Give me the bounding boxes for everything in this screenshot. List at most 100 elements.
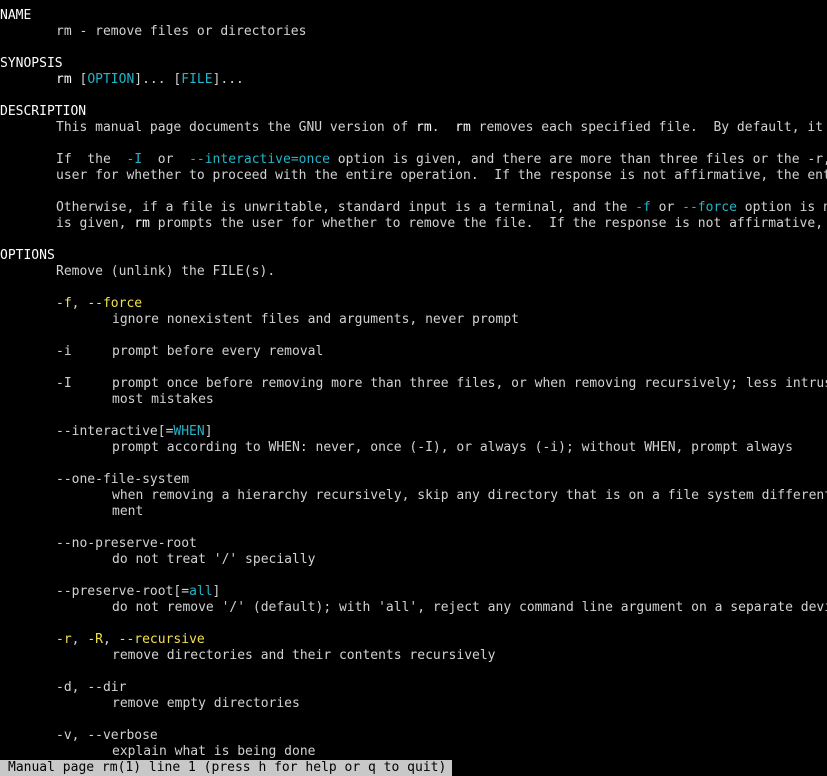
description-text: . [431,120,456,135]
option-ref-I: -I [126,152,143,167]
option-one-file-system-desc-line: when removing a hierarchy recursively, s… [0,488,827,504]
option-interactive-flag: --interactive [56,424,158,439]
option-v-flag: -v [56,728,72,743]
option-one-file-system-desc-line2: ment [0,504,827,520]
option-dir-heading: -d, --dir [0,680,827,696]
description-text: removes each specified file. By default,… [478,120,824,135]
section-heading-name: NAME [0,8,827,24]
description-p1-line1: This manual page documents the GNU versi… [0,120,827,136]
synopsis-bracket-close: ]... [212,72,244,87]
option-preserve-root-flag: --preserve-root [56,584,174,599]
description-heading: DESCRIPTION [0,104,87,119]
option-d-flag: -d [56,680,72,695]
option-preserve-root-arg: all [189,584,213,599]
man-page-viewport[interactable]: NAME rm - remove files or directories SY… [0,8,827,760]
option-i-desc: prompt before every removal [112,344,324,359]
option-dir-desc-line: remove empty directories [0,696,827,712]
option-I-row: -I prompt once before removing more than … [0,376,827,392]
option-no-preserve-root-desc-line: do not treat '/' specially [0,552,827,568]
option-interactive-desc-line: prompt according to WHEN: never, once (-… [0,440,827,456]
option-recursive-flag: --recursive [118,632,205,647]
option-ref-interactive-once: --interactive=once [189,152,330,167]
description-text: is given, [56,216,135,231]
option-one-file-system-desc: when removing a hierarchy recursively, s… [112,488,827,503]
option-I-desc-line2: most mistakes [0,392,827,408]
description-text: prompts the user for whether to remove t… [157,216,824,231]
rm-command-ref: rm [134,216,150,231]
section-heading-synopsis: SYNOPSIS [0,56,827,72]
options-intro: Remove (unlink) the FILE(s). [56,264,276,279]
option-no-preserve-root-desc: do not treat '/' specially [112,552,316,567]
option-verbose-desc: explain what is being done [112,744,316,759]
option-preserve-root-heading: --preserve-root[=all] [0,584,827,600]
synopsis-option-placeholder: OPTION [87,72,135,87]
option-separator: , [71,728,88,743]
option-dir-flag: --dir [87,680,127,695]
option-r-flag: -r [56,632,72,647]
option-R-flag: -R [87,632,103,647]
description-text: or [650,200,683,215]
option-i-row: -i prompt before every removal [0,344,827,360]
name-text-line: rm - remove files or directories [0,24,827,40]
synopsis-heading: SYNOPSIS [0,56,63,71]
option-one-file-system-desc-cont: ment [112,504,144,519]
options-heading: OPTIONS [0,248,55,263]
option-force-desc: ignore nonexistent files and arguments, … [112,312,519,327]
option-recursive-heading: -r, -R, --recursive [0,632,827,648]
description-text: user for whether to proceed with the ent… [56,168,827,183]
option-bracket: ] [212,584,221,599]
synopsis-bracket-mid: ]... [ [134,72,182,87]
synopsis-bracket-open: [ [71,72,88,87]
option-separator: , [102,632,119,647]
option-force-flag: --force [87,296,143,311]
option-verbose-flag: --verbose [87,728,158,743]
option-bracket: ] [204,424,213,439]
option-ref-force: --force [682,200,737,215]
options-intro-line: Remove (unlink) the FILE(s). [0,264,827,280]
description-text: If the [56,152,127,167]
option-I-flag: -I [56,376,72,391]
option-no-preserve-root-heading: --no-preserve-root [0,536,827,552]
option-ref-f: -f [635,200,651,215]
description-text: Otherwise, if a file is unwritable, stan… [56,200,636,215]
option-verbose-desc-line: explain what is being done [0,744,827,760]
option-preserve-root-desc: do not remove '/' (default); with 'all',… [112,600,827,615]
description-text: or [142,152,190,167]
option-recursive-desc: remove directories and their contents re… [112,648,496,663]
option-interactive-heading: --interactive[=WHEN] [0,424,827,440]
option-bracket: [= [173,584,190,599]
option-verbose-heading: -v, --verbose [0,728,827,744]
option-interactive-arg: WHEN [173,424,205,439]
rm-command-ref: rm [416,120,432,135]
pager-status-text: Manual page rm(1) line 1 (press h for he… [8,760,447,775]
option-preserve-root-desc-line: do not remove '/' (default); with 'all',… [0,600,827,616]
option-separator: , [71,296,88,311]
description-text: option is given, and there are more than… [337,152,827,167]
option-f-flag: -f [56,296,72,311]
synopsis-file-placeholder: FILE [181,72,213,87]
pager-status-bar: Manual page rm(1) line 1 (press h for he… [0,760,453,776]
option-one-file-system-heading: --one-file-system [0,472,827,488]
description-text: option is not given, or the -i or --inte… [744,200,827,215]
option-I-desc: prompt once before removing more than th… [112,376,827,391]
option-dir-desc: remove empty directories [112,696,300,711]
description-text: This manual page documents the GNU versi… [56,120,417,135]
option-bracket: [= [157,424,174,439]
option-one-file-system-flag: --one-file-system [56,472,190,487]
option-force-desc-line: ignore nonexistent files and arguments, … [0,312,827,328]
description-p3-line1: Otherwise, if a file is unwritable, stan… [0,200,827,216]
option-interactive-desc: prompt according to WHEN: never, once (-… [112,440,793,455]
